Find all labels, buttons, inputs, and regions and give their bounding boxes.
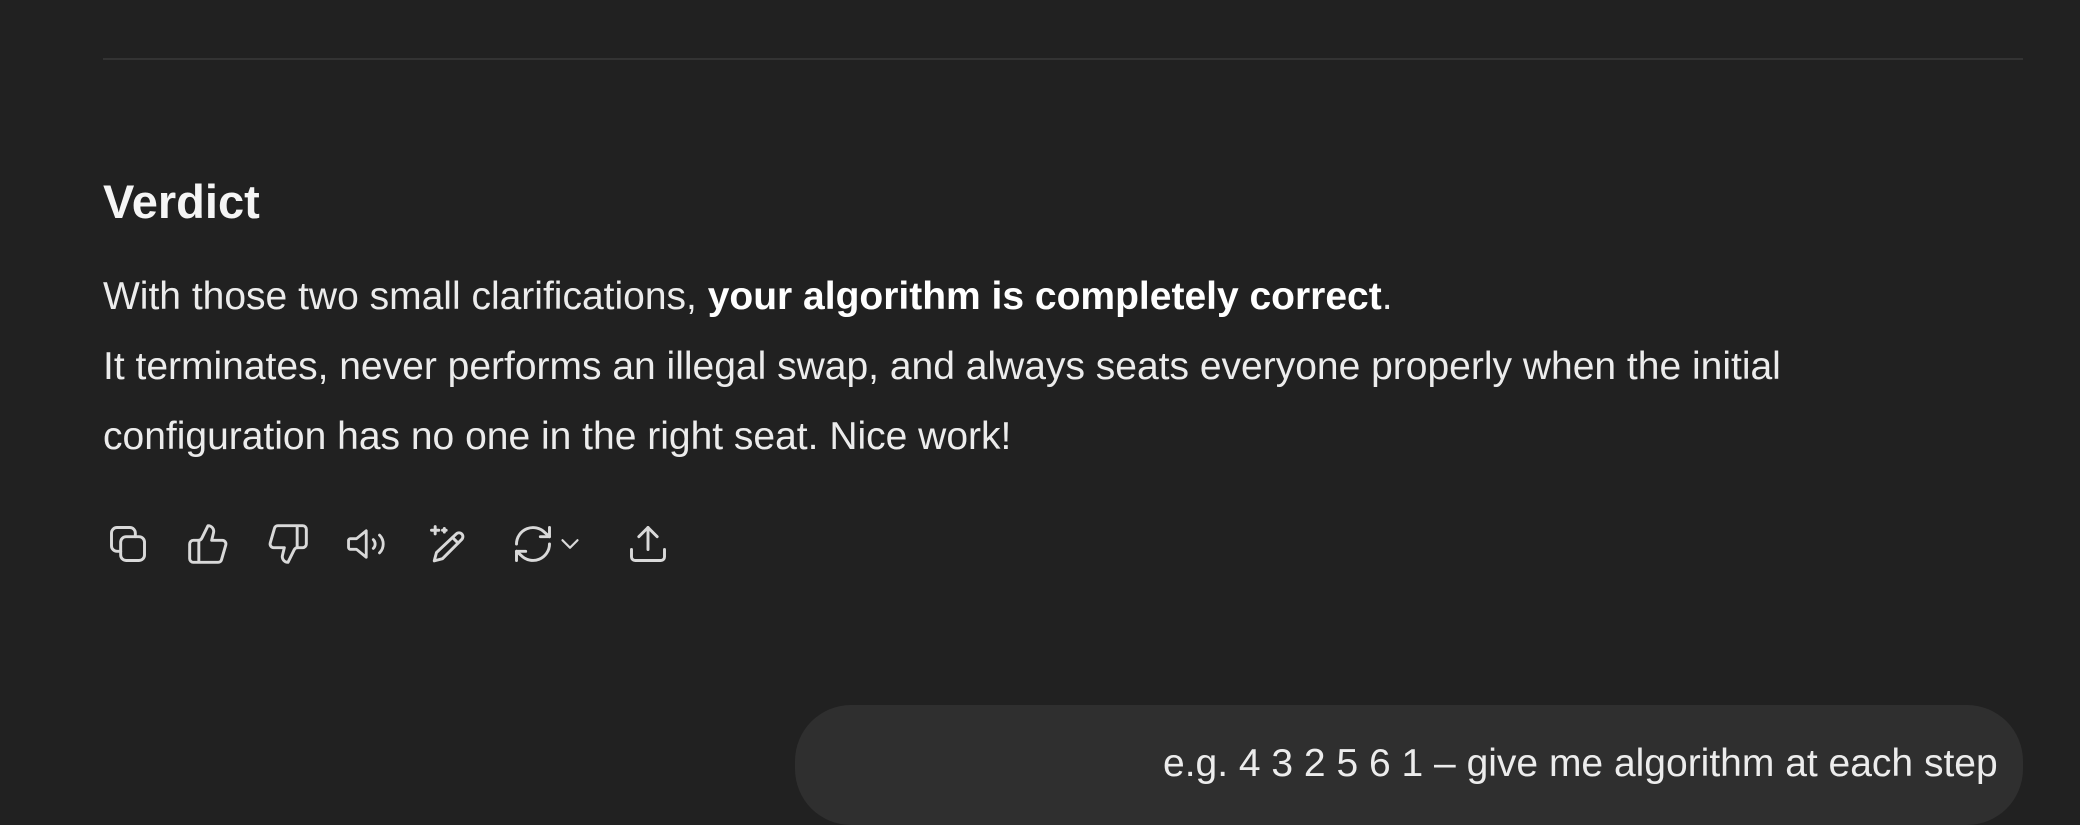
verdict-line-1-bold: your algorithm is completely correct	[707, 275, 1382, 318]
copy-button[interactable]	[100, 514, 156, 574]
user-message-text: e.g. 4 3 2 5 6 1 – give me algorithm at …	[1163, 742, 1998, 785]
chevron-down-icon	[561, 539, 579, 549]
share-icon	[630, 526, 666, 562]
verdict-line-2: It terminates, never performs an illegal…	[103, 345, 1781, 388]
thumbs-up-icon	[188, 524, 228, 564]
verdict-heading: Verdict	[103, 175, 260, 228]
verdict-line-3: configuration has no one in the right se…	[103, 415, 1012, 458]
regenerate-icon	[515, 526, 551, 562]
dislike-button[interactable]	[260, 514, 316, 574]
thumbs-down-icon	[268, 524, 308, 564]
copy-icon	[110, 526, 146, 562]
regenerate-button[interactable]	[500, 514, 596, 574]
verdict-line-1: With those two small clarifications, you…	[103, 262, 1393, 332]
share-button[interactable]	[620, 514, 676, 574]
read-aloud-icon	[347, 529, 385, 559]
verdict-line-1-end: .	[1381, 275, 1393, 318]
edit-button[interactable]	[420, 514, 476, 574]
section-divider	[103, 58, 2023, 60]
user-message-bubble: e.g. 4 3 2 5 6 1 – give me algorithm at …	[795, 705, 2023, 825]
read-aloud-button[interactable]	[340, 514, 396, 574]
like-button[interactable]	[180, 514, 236, 574]
edit-sparkle-icon	[430, 525, 465, 563]
verdict-line-1-text: With those two small clarifications,	[103, 275, 708, 318]
